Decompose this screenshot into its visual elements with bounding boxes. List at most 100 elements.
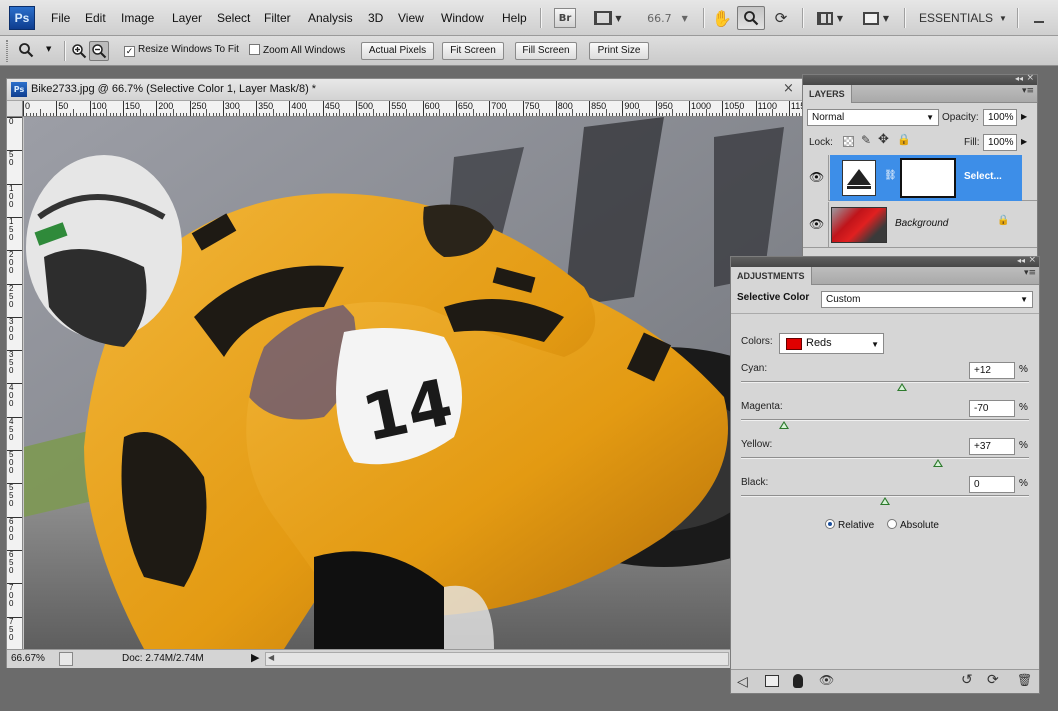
menu-select[interactable]: Select <box>217 11 250 25</box>
mask-link-icon[interactable]: ⛓ <box>884 170 897 181</box>
hand-tool-button[interactable]: ✋ <box>709 6 735 30</box>
layer-visibility-toggle[interactable]: 👁 <box>803 155 829 201</box>
bridge-button[interactable]: Br <box>554 8 576 28</box>
blend-mode-select[interactable]: Normal ▼ <box>807 109 939 126</box>
menu-3d[interactable]: 3D <box>368 11 383 25</box>
yellow-slider-thumb[interactable] <box>933 459 944 467</box>
scroll-left-icon[interactable]: ◀ <box>268 653 274 662</box>
layer-name[interactable]: Background <box>895 218 948 229</box>
options-grip[interactable] <box>6 40 8 62</box>
close-document-icon[interactable]: × <box>783 81 794 96</box>
reset-icon[interactable]: ↺ <box>961 672 973 688</box>
cyan-slider-thumb[interactable] <box>897 383 908 391</box>
image-canvas[interactable]: 14 <box>24 117 803 649</box>
menu-edit[interactable]: Edit <box>85 11 106 25</box>
horizontal-scrollbar[interactable]: ◀ <box>265 652 729 666</box>
yellow-slider-track[interactable] <box>741 457 1029 459</box>
zoom-percentage[interactable]: 66.67% <box>11 653 45 664</box>
tab-adjustments[interactable]: ADJUSTMENTS <box>731 267 812 285</box>
vertical-ruler[interactable]: 0 50 100 150 200 250 300 350 400 450 500 550 600 650 7… <box>7 117 23 649</box>
colors-select[interactable]: Reds ▼ <box>779 333 884 354</box>
black-value-field[interactable]: 0 <box>969 476 1015 493</box>
opacity-slider-arrow-icon[interactable]: ▶ <box>1021 112 1027 121</box>
menu-view[interactable]: View <box>398 11 424 25</box>
ruler-label: 650 <box>457 101 473 111</box>
back-arrow-icon[interactable]: ◁ <box>737 674 748 690</box>
collapse-panel-icon[interactable]: ◂◂ <box>1017 256 1025 265</box>
panel-dock-strip[interactable]: ◂◂ × <box>731 255 1039 267</box>
fill-field[interactable]: 100% <box>983 134 1017 151</box>
cyan-value-field[interactable]: +12 <box>969 362 1015 379</box>
menu-image[interactable]: Image <box>121 11 154 25</box>
layer-row-selective-color[interactable]: 👁 ⛓ Select... <box>803 155 1037 201</box>
black-slider-thumb[interactable] <box>880 497 890 505</box>
ruler-label: 300 <box>9 316 14 342</box>
lock-move-icon[interactable]: ✥ <box>878 132 889 147</box>
ruler-minor-tick <box>539 109 541 116</box>
window-controls[interactable] <box>1024 6 1054 30</box>
opacity-field[interactable]: 100% <box>983 109 1017 126</box>
arrange-documents-button[interactable]: ▼ <box>812 6 848 30</box>
visibility-eye-icon[interactable]: 👁 <box>819 673 834 687</box>
zoom-all-windows-checkbox[interactable]: Zoom All Windows <box>249 44 345 56</box>
relative-radio[interactable]: Relative <box>825 519 874 531</box>
absolute-label: Absolute <box>900 520 939 531</box>
layer-mask-thumbnail[interactable] <box>900 158 956 198</box>
collapse-panel-icon[interactable]: ◂◂ <box>1015 74 1023 83</box>
workspace-switcher[interactable]: ESSENTIALS ▼ <box>916 6 1010 30</box>
document-title-bar[interactable]: Ps Bike2733.jpg @ 66.7% (Selective Color… <box>7 79 803 101</box>
trash-icon[interactable]: 🗑 <box>1017 673 1032 687</box>
menu-file[interactable]: File <box>51 11 70 25</box>
ruler-tick <box>322 101 324 116</box>
menu-window[interactable]: Window <box>441 11 484 25</box>
refresh-icon[interactable]: ⟳ <box>987 672 999 688</box>
panel-menu-icon[interactable]: ▾≡ <box>1022 86 1034 96</box>
menu-analysis[interactable]: Analysis <box>308 11 353 25</box>
zoom-level-dropdown[interactable]: 66.7 ▼ <box>640 6 695 30</box>
close-panel-icon[interactable]: × <box>1028 255 1036 265</box>
view-previous-icon[interactable] <box>793 674 803 688</box>
radio-selected-icon <box>825 519 835 529</box>
fill-screen-button[interactable]: Fill Screen <box>515 42 577 60</box>
preset-select[interactable]: Custom ▼ <box>821 291 1033 308</box>
clip-to-layer-icon[interactable] <box>765 675 779 687</box>
print-size-button[interactable]: Print Size <box>589 42 649 60</box>
yellow-value-field[interactable]: +37 <box>969 438 1015 455</box>
status-menu-arrow-icon[interactable]: ▶ <box>251 651 259 664</box>
tab-layers[interactable]: LAYERS <box>803 85 852 103</box>
tool-preset-picker[interactable]: ▼ <box>18 42 58 60</box>
screen-mode-button[interactable]: ▼ <box>858 6 894 30</box>
layer-name[interactable]: Select... <box>964 171 1002 182</box>
separator <box>904 8 905 28</box>
layers-tab-bar: LAYERS ▾≡ <box>803 85 1037 103</box>
status-options-icon[interactable] <box>59 652 73 666</box>
rotate-view-button[interactable]: ⟳ <box>768 6 794 30</box>
zoom-out-button[interactable] <box>89 41 109 61</box>
menu-layer[interactable]: Layer <box>172 11 202 25</box>
fit-screen-button[interactable]: Fit Screen <box>442 42 504 60</box>
menu-filter[interactable]: Filter <box>264 11 291 25</box>
zoom-tool-button[interactable] <box>737 6 765 30</box>
actual-pixels-button[interactable]: Actual Pixels <box>361 42 434 60</box>
zoom-in-button[interactable] <box>71 43 87 59</box>
absolute-radio[interactable]: Absolute <box>887 519 939 531</box>
resize-windows-checkbox[interactable]: ✓ Resize Windows To Fit <box>124 44 239 57</box>
view-extras-button[interactable]: ▼ <box>590 6 626 30</box>
lock-all-icon[interactable]: 🔒 <box>897 133 911 146</box>
layer-visibility-toggle[interactable]: 👁 <box>803 202 829 248</box>
ruler-tick <box>522 101 524 116</box>
ruler-label: 1100 <box>757 101 777 111</box>
ruler-origin[interactable] <box>7 101 23 117</box>
menu-help[interactable]: Help <box>502 11 527 25</box>
layer-row-background[interactable]: 👁 Background 🔒 <box>803 202 1037 248</box>
cyan-slider-track[interactable] <box>741 381 1029 383</box>
magenta-slider-thumb[interactable] <box>779 421 790 429</box>
fill-slider-arrow-icon[interactable]: ▶ <box>1021 137 1027 146</box>
panel-menu-icon[interactable]: ▾≡ <box>1024 268 1036 278</box>
close-panel-icon[interactable]: × <box>1026 73 1034 83</box>
lock-transparency-icon[interactable] <box>843 136 854 147</box>
magenta-value-field[interactable]: -70 <box>969 400 1015 417</box>
horizontal-ruler[interactable]: 0 50 100 150 200 250 300 350 400 450 500 550 600 650 7… <box>23 101 803 117</box>
lock-brush-icon[interactable]: ✎ <box>861 133 871 147</box>
panel-dock-strip[interactable]: ◂◂ × <box>803 73 1037 85</box>
